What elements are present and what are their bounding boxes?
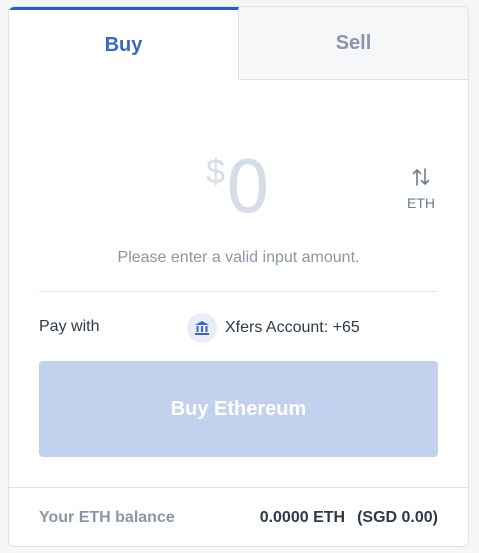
currency-symbol: $ [206, 153, 226, 191]
payment-account-label: Xfers Account: +65 [225, 319, 360, 336]
buy-ethereum-button[interactable]: Buy Ethereum [39, 361, 438, 457]
bank-icon [187, 313, 217, 343]
amount-input[interactable]: $0 [9, 147, 468, 227]
amount-area: $0 ETH [9, 147, 468, 227]
balance-value: 0.0000 ETH (SGD 0.00) [260, 509, 438, 527]
payment-method-selector[interactable]: Xfers Account: +65 [187, 313, 360, 343]
balance-label: Your ETH balance [39, 509, 175, 526]
balance-eth: 0.0000 ETH [259, 509, 346, 526]
pay-with-label: Pay with [39, 318, 100, 335]
swap-vertical-arrows-icon [404, 167, 438, 191]
validation-hint: Please enter a valid input amount. [117, 249, 360, 266]
tab-sell[interactable]: Sell [239, 7, 468, 80]
buy-sell-card: Buy Sell $0 ETH Please enter a valid inp… [8, 6, 469, 547]
divider [39, 291, 438, 292]
balance-fiat: (SGD 0.00) [357, 509, 438, 526]
currency-toggle-button[interactable]: ETH [404, 167, 438, 211]
tab-bar: Buy Sell [9, 7, 468, 80]
pay-with-row: Pay with Xfers Account: +65 [39, 313, 438, 343]
tab-buy[interactable]: Buy [9, 7, 239, 80]
balance-footer: Your ETH balance 0.0000 ETH (SGD 0.00) [9, 487, 468, 546]
amount-value: 0 [225, 145, 271, 229]
toggle-currency-label: ETH [407, 195, 435, 211]
